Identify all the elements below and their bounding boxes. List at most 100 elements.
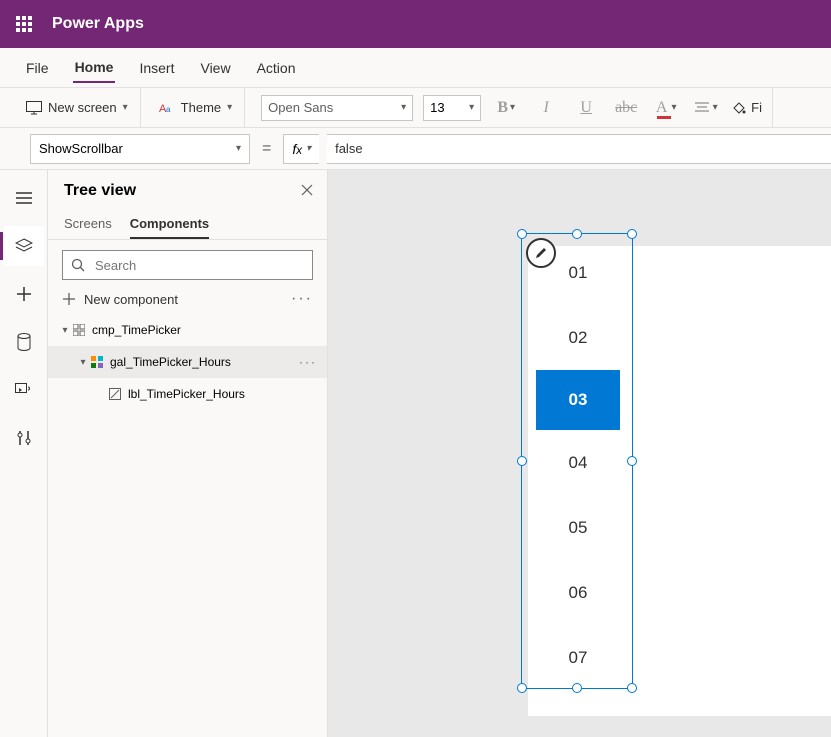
rail-hamburger[interactable] bbox=[4, 178, 44, 218]
paint-bucket-icon bbox=[731, 100, 747, 116]
new-screen-label: New screen bbox=[48, 100, 117, 115]
left-rail bbox=[0, 170, 48, 737]
selection-box[interactable]: 01 02 03 04 05 06 07 bbox=[521, 233, 633, 689]
tree-title: Tree view bbox=[64, 182, 136, 200]
hour-cell[interactable]: 01 bbox=[536, 240, 620, 305]
search-input[interactable] bbox=[93, 257, 304, 274]
item-more-button[interactable]: ··· bbox=[299, 355, 317, 369]
property-select[interactable]: ShowScrollbar ▾ bbox=[30, 134, 250, 164]
font-color-button[interactable]: A▾ bbox=[651, 93, 681, 123]
tree-item-gallery[interactable]: ▾ gal_TimePicker_Hours ··· bbox=[48, 346, 327, 378]
underline-button[interactable]: U bbox=[571, 93, 601, 123]
rail-tools[interactable] bbox=[4, 418, 44, 458]
toolbar: New screen ▾ Aa Theme ▾ Open Sans ▾ 13 ▾… bbox=[0, 88, 831, 128]
app-launcher-button[interactable] bbox=[0, 0, 48, 48]
hour-cell-selected[interactable]: 03 bbox=[536, 370, 620, 430]
new-component-label: New component bbox=[84, 292, 178, 307]
body: Tree view Screens Components New compone… bbox=[0, 170, 831, 737]
search-icon bbox=[71, 258, 85, 272]
equals-label: = bbox=[258, 140, 275, 158]
tree-item-label: cmp_TimePicker bbox=[92, 323, 181, 337]
font-size-select[interactable]: 13 ▾ bbox=[423, 95, 481, 121]
database-icon bbox=[17, 333, 31, 351]
waffle-icon bbox=[16, 16, 32, 32]
font-select[interactable]: Open Sans ▾ bbox=[261, 95, 413, 121]
screen-icon bbox=[26, 101, 42, 115]
component-icon bbox=[72, 324, 86, 336]
font-size-value: 13 bbox=[430, 100, 444, 115]
resize-handle[interactable] bbox=[517, 683, 527, 693]
chevron-down-icon: ▾ bbox=[401, 102, 406, 113]
strikethrough-button[interactable]: abc bbox=[611, 93, 641, 123]
menu-home[interactable]: Home bbox=[73, 53, 116, 83]
formula-input[interactable]: false bbox=[327, 134, 831, 164]
theme-label: Theme bbox=[181, 100, 221, 115]
tree-item-label: lbl_TimePicker_Hours bbox=[128, 387, 245, 401]
hour-cell[interactable]: 07 bbox=[536, 625, 620, 690]
media-icon bbox=[15, 383, 33, 397]
new-screen-button[interactable]: New screen ▾ bbox=[24, 96, 130, 119]
align-icon bbox=[695, 102, 709, 114]
close-icon bbox=[301, 184, 313, 196]
hour-cell[interactable]: 06 bbox=[536, 560, 620, 625]
bold-button[interactable]: B▾ bbox=[491, 93, 521, 123]
rail-media[interactable] bbox=[4, 370, 44, 410]
close-panel-button[interactable] bbox=[301, 183, 313, 199]
tab-screens[interactable]: Screens bbox=[64, 210, 112, 239]
hour-cell[interactable]: 02 bbox=[536, 305, 620, 370]
title-bar: Power Apps bbox=[0, 0, 831, 48]
tree-search[interactable] bbox=[62, 250, 313, 280]
menu-bar: File Home Insert View Action bbox=[0, 48, 831, 88]
resize-handle[interactable] bbox=[572, 229, 582, 239]
menu-insert[interactable]: Insert bbox=[137, 54, 176, 82]
fill-button[interactable]: Fi bbox=[731, 93, 762, 123]
rail-insert[interactable] bbox=[4, 274, 44, 314]
tab-components[interactable]: Components bbox=[130, 210, 209, 239]
chevron-down-icon: ▾ bbox=[306, 143, 311, 154]
rail-data[interactable] bbox=[4, 322, 44, 362]
menu-file[interactable]: File bbox=[24, 54, 51, 82]
gallery-icon bbox=[90, 356, 104, 368]
theme-button[interactable]: Aa Theme ▾ bbox=[157, 96, 235, 119]
hamburger-icon bbox=[16, 192, 32, 204]
hour-cell[interactable]: 04 bbox=[536, 430, 620, 495]
resize-handle[interactable] bbox=[517, 456, 527, 466]
fx-button[interactable]: fx ▾ bbox=[283, 134, 319, 164]
font-name: Open Sans bbox=[268, 100, 333, 115]
menu-action[interactable]: Action bbox=[255, 54, 298, 82]
resize-handle[interactable] bbox=[627, 456, 637, 466]
resize-handle[interactable] bbox=[627, 229, 637, 239]
tree-item-label-control[interactable]: lbl_TimePicker_Hours bbox=[48, 378, 327, 410]
tree-tabs: Screens Components bbox=[48, 204, 327, 240]
fill-label: Fi bbox=[751, 100, 762, 115]
chevron-down-icon: ▾ bbox=[123, 102, 128, 113]
italic-button[interactable]: I bbox=[531, 93, 561, 123]
layers-icon bbox=[15, 238, 33, 254]
resize-handle[interactable] bbox=[627, 683, 637, 693]
fx-icon: fx bbox=[292, 141, 302, 157]
tree-item-component[interactable]: ▾ cmp_TimePicker bbox=[48, 314, 327, 346]
chevron-down-icon: ▾ bbox=[469, 102, 474, 113]
resize-handle[interactable] bbox=[517, 229, 527, 239]
tree-panel: Tree view Screens Components New compone… bbox=[48, 170, 328, 737]
align-button[interactable]: ▾ bbox=[691, 93, 721, 123]
menu-view[interactable]: View bbox=[198, 54, 232, 82]
rail-tree-view[interactable] bbox=[4, 226, 44, 266]
tree-items: ▾ cmp_TimePicker ▾ gal_TimePicker_Hours … bbox=[48, 314, 327, 410]
plus-icon bbox=[62, 292, 76, 306]
svg-text:a: a bbox=[166, 105, 171, 114]
theme-icon: Aa bbox=[159, 101, 175, 115]
chevron-down-icon: ▾ bbox=[236, 143, 241, 154]
property-name: ShowScrollbar bbox=[39, 141, 123, 156]
more-button[interactable]: ··· bbox=[291, 290, 313, 308]
chevron-down-icon: ▾ bbox=[227, 102, 232, 113]
hour-cell[interactable]: 05 bbox=[536, 495, 620, 560]
canvas[interactable]: 01 02 03 04 05 06 07 bbox=[328, 170, 831, 737]
chevron-down-icon: ▾ bbox=[58, 325, 72, 336]
new-component-button[interactable]: New component bbox=[62, 292, 178, 307]
hours-gallery[interactable]: 01 02 03 04 05 06 07 bbox=[536, 240, 620, 690]
chevron-down-icon: ▾ bbox=[76, 357, 90, 368]
app-title: Power Apps bbox=[52, 15, 144, 33]
label-icon bbox=[108, 388, 122, 400]
tools-icon bbox=[16, 430, 32, 446]
